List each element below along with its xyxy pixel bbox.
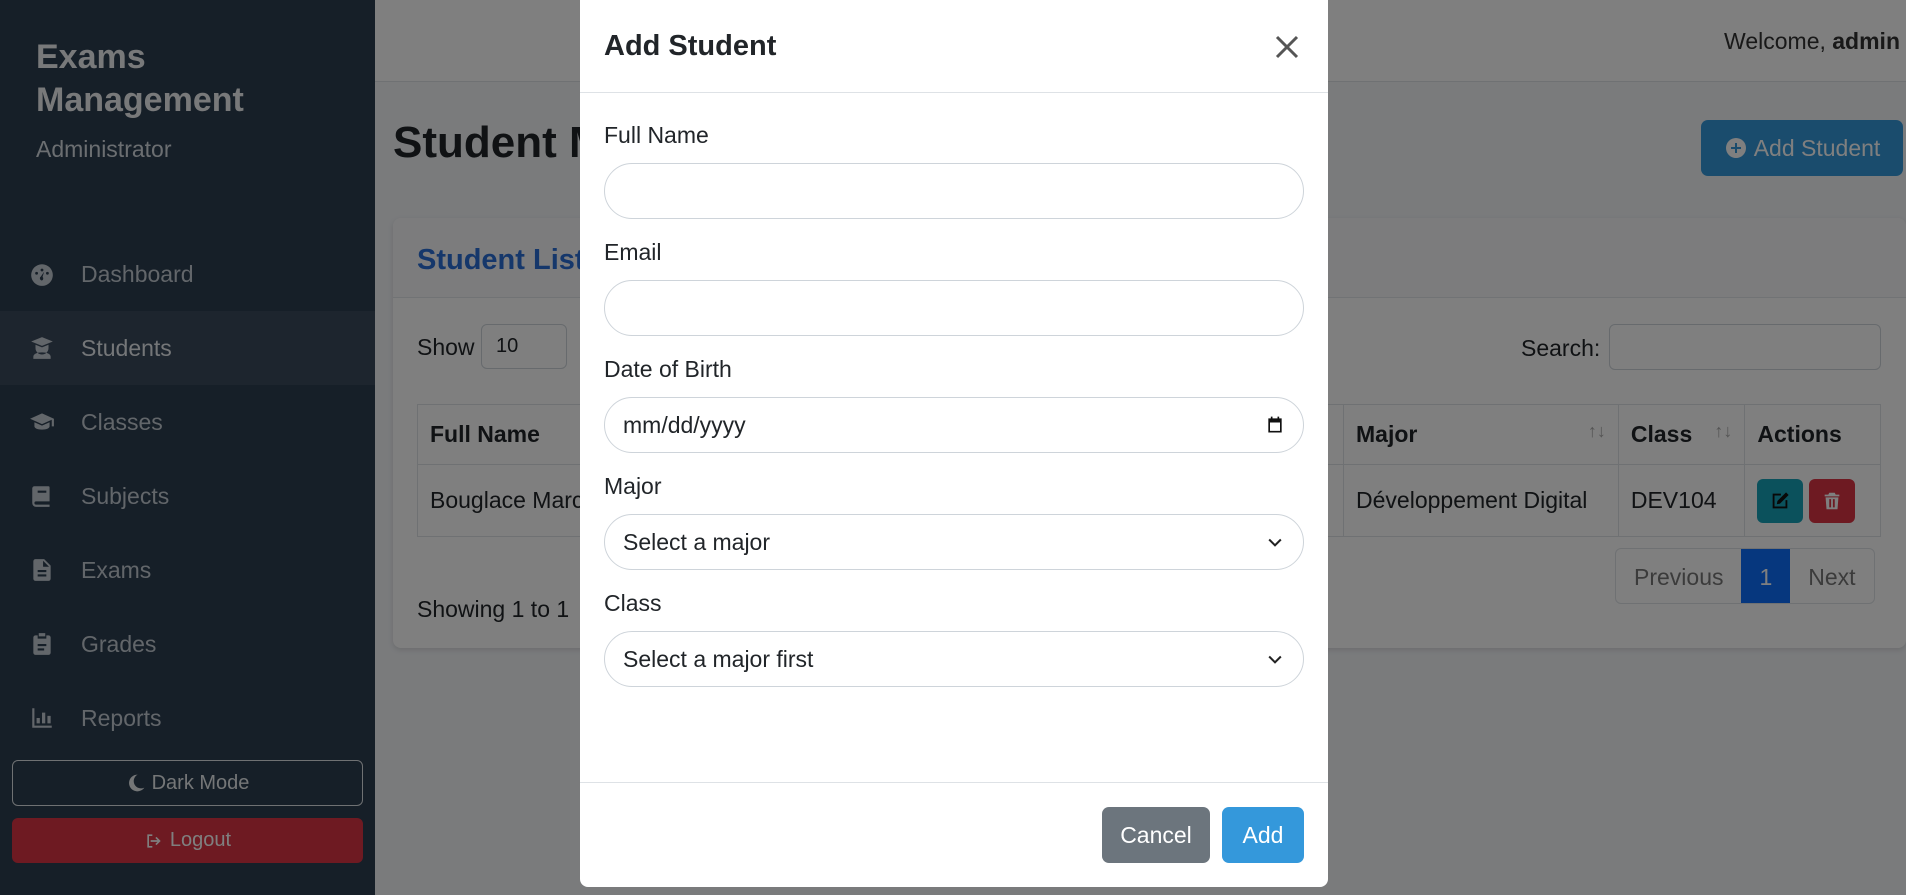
full-name-input[interactable]	[604, 163, 1304, 219]
close-icon	[1275, 35, 1299, 59]
class-select[interactable]: Select a major first	[604, 631, 1304, 687]
dob-input[interactable]: mm/dd/yyyy	[604, 397, 1304, 453]
modal-title: Add Student	[604, 30, 777, 62]
class-label: Class	[604, 590, 662, 616]
full-name-label: Full Name	[604, 122, 709, 148]
chevron-down-icon	[1268, 538, 1282, 547]
class-field-group: Class Select a major first	[604, 590, 1304, 687]
major-select[interactable]: Select a major	[604, 514, 1304, 570]
class-select-value: Select a major first	[623, 645, 814, 672]
dob-field-group: Date of Birth mm/dd/yyyy	[604, 356, 1304, 453]
modal-footer: Cancel Add	[580, 782, 1328, 887]
dob-placeholder: mm/dd/yyyy	[623, 411, 746, 438]
full-name-field-group: Full Name	[604, 122, 1304, 219]
close-button[interactable]	[1268, 28, 1306, 66]
email-label: Email	[604, 239, 662, 265]
add-button[interactable]: Add	[1222, 807, 1304, 863]
email-input[interactable]	[604, 280, 1304, 336]
add-student-modal: Add Student Full Name Email Date of Birt…	[580, 0, 1328, 887]
major-field-group: Major Select a major	[604, 473, 1304, 570]
cancel-button[interactable]: Cancel	[1102, 807, 1210, 863]
dob-label: Date of Birth	[604, 356, 732, 382]
modal-header: Add Student	[580, 0, 1328, 93]
major-label: Major	[604, 473, 662, 499]
add-student-form: Full Name Email Date of Birth mm/dd/yyyy…	[604, 122, 1304, 707]
email-field-group: Email	[604, 239, 1304, 336]
major-select-value: Select a major	[623, 528, 771, 555]
chevron-down-icon	[1268, 655, 1282, 664]
calendar-icon[interactable]	[1265, 415, 1285, 435]
